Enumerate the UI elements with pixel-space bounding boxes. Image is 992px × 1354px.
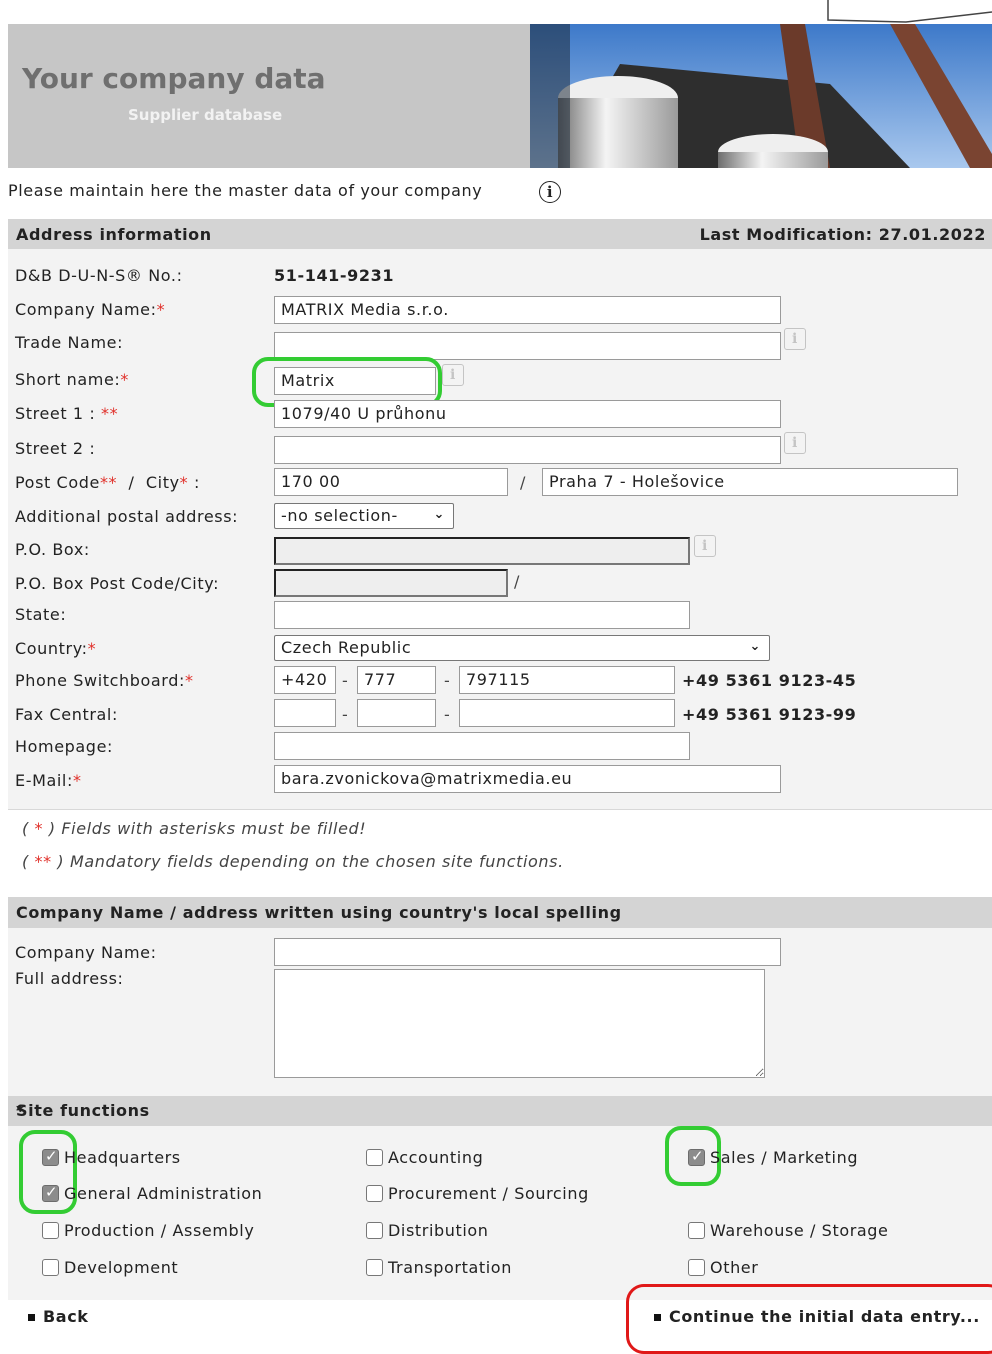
full-address-textarea[interactable]: [274, 969, 765, 1078]
phone-format-hint: +49 5361 9123-45: [682, 671, 857, 690]
full-address-label: Full address:: [15, 969, 124, 988]
separator-slash: /: [520, 473, 526, 492]
email-label: E-Mail:*: [15, 771, 82, 790]
checkbox-label-development[interactable]: Development: [64, 1258, 178, 1277]
country-selected: Czech Republic: [281, 638, 412, 657]
last-modification: Last Modification: 27.01.2022: [699, 225, 986, 244]
sketch-fragment: [827, 0, 992, 23]
separator-dash: -: [444, 671, 451, 690]
street1-label: Street 1 : **: [15, 404, 119, 423]
fax-area-code-input[interactable]: [357, 699, 436, 727]
separator-dash: -: [342, 705, 349, 724]
phone-area-code-input[interactable]: 777: [357, 666, 436, 694]
homepage-input[interactable]: [274, 732, 690, 760]
trade-name-input[interactable]: [274, 332, 781, 360]
additional-postal-select[interactable]: -no selection- ⌄: [274, 503, 454, 529]
short-name-label: Short name:*: [15, 370, 129, 389]
trade-name-label: Trade Name:: [15, 333, 124, 352]
company-name-label: Company Name:*: [15, 300, 166, 319]
fax-label: Fax Central:: [15, 705, 118, 724]
checkbox-production-assembly[interactable]: [42, 1222, 59, 1239]
info-icon[interactable]: i: [784, 328, 806, 350]
additional-postal-label: Additional postal address:: [15, 507, 239, 526]
checkbox-accounting[interactable]: [366, 1149, 383, 1166]
local-spelling-title: Company Name / address written using cou…: [16, 903, 622, 922]
page-banner: Your company data Supplier database: [8, 24, 992, 168]
page-subtitle: Supplier database: [128, 106, 283, 124]
fax-country-code-input[interactable]: [274, 699, 336, 727]
po-box-label: P.O. Box:: [15, 540, 90, 559]
site-functions-section-header: Site functions *: [8, 1096, 992, 1126]
intro-text: Please maintain here the master data of …: [8, 181, 483, 200]
banner-title-area: Your company data Supplier database: [8, 24, 530, 168]
checkbox-label-general-administration[interactable]: General Administration: [64, 1184, 262, 1203]
address-section-title: Address information: [16, 225, 212, 244]
phone-country-code-input[interactable]: +420: [274, 666, 336, 694]
city-input[interactable]: Praha 7 - Holešovice: [542, 468, 958, 496]
checkbox-label-distribution[interactable]: Distribution: [388, 1221, 489, 1240]
state-label: State:: [15, 605, 67, 624]
fax-number-input[interactable]: [459, 699, 675, 727]
divider: [8, 809, 992, 810]
required-note: ( * ) Fields with asterisks must be fill…: [22, 819, 367, 838]
duns-label: D&B D-U-N-S® No.:: [15, 266, 183, 285]
homepage-label: Homepage:: [15, 737, 114, 756]
checkbox-label-headquarters[interactable]: Headquarters: [64, 1148, 181, 1167]
checkbox-label-production-assembly[interactable]: Production / Assembly: [64, 1221, 254, 1240]
checkbox-other[interactable]: [688, 1259, 705, 1276]
address-section-header: Address information Last Modification: 2…: [8, 219, 992, 249]
separator-slash: /: [514, 572, 520, 591]
checkbox-development[interactable]: [42, 1259, 59, 1276]
po-box-postcode-input: [274, 569, 508, 597]
street1-input[interactable]: 1079/40 U průhonu: [274, 400, 781, 428]
postcode-city-label: Post Code** / City* :: [15, 473, 200, 492]
local-company-name-label: Company Name:: [15, 943, 157, 962]
checkbox-label-transportation[interactable]: Transportation: [388, 1258, 512, 1277]
info-icon[interactable]: i: [694, 535, 716, 557]
local-spelling-section-header: Company Name / address written using cou…: [8, 897, 992, 928]
state-input[interactable]: [274, 601, 690, 629]
country-label: Country:*: [15, 639, 97, 658]
country-select[interactable]: Czech Republic ⌄: [274, 635, 770, 661]
po-box-city-label: P.O. Box Post Code/City:: [15, 574, 220, 593]
company-name-input[interactable]: MATRIX Media s.r.o.: [274, 296, 781, 324]
checkbox-label-procurement-sourcing[interactable]: Procurement / Sourcing: [388, 1184, 589, 1203]
checkbox-general-administration[interactable]: [42, 1183, 59, 1202]
duns-value: 51-141-9231: [274, 266, 395, 285]
fax-format-hint: +49 5361 9123-99: [682, 705, 857, 724]
checkbox-label-warehouse-storage[interactable]: Warehouse / Storage: [710, 1221, 889, 1240]
checkbox-label-accounting[interactable]: Accounting: [388, 1148, 483, 1167]
back-link[interactable]: Back: [28, 1307, 89, 1326]
checkbox-headquarters[interactable]: [42, 1147, 59, 1166]
checkbox-procurement-sourcing[interactable]: [366, 1185, 383, 1202]
additional-postal-selected: -no selection-: [281, 506, 398, 525]
po-box-input: [274, 537, 690, 565]
info-icon[interactable]: i: [784, 432, 806, 454]
page-title: Your company data: [22, 62, 326, 95]
checkbox-sales-marketing[interactable]: [688, 1147, 705, 1166]
phone-label: Phone Switchboard:*: [15, 671, 194, 690]
chevron-down-icon: ⌄: [749, 639, 761, 654]
checkbox-warehouse-storage[interactable]: [688, 1222, 705, 1239]
conditional-required-note: ( ** ) Mandatory fields depending on the…: [22, 852, 564, 871]
info-icon[interactable]: i: [442, 364, 464, 386]
separator-dash: -: [444, 705, 451, 724]
email-input[interactable]: bara.zvonickova@matrixmedia.eu: [274, 765, 781, 793]
checkbox-label-sales-marketing[interactable]: Sales / Marketing: [710, 1148, 858, 1167]
local-company-name-input[interactable]: [274, 938, 781, 966]
banner-industrial-photo: [530, 24, 992, 168]
street2-label: Street 2 :: [15, 439, 96, 458]
phone-number-input[interactable]: 797115: [459, 666, 675, 694]
info-circle-icon[interactable]: i: [539, 181, 561, 203]
chevron-down-icon: ⌄: [433, 507, 445, 522]
highlight-continue: [626, 1284, 992, 1354]
checkbox-distribution[interactable]: [366, 1222, 383, 1239]
separator-dash: -: [342, 671, 349, 690]
postcode-input[interactable]: 170 00: [274, 468, 508, 496]
checkbox-label-other[interactable]: Other: [710, 1258, 758, 1277]
street2-input[interactable]: [274, 436, 781, 464]
checkbox-transportation[interactable]: [366, 1259, 383, 1276]
